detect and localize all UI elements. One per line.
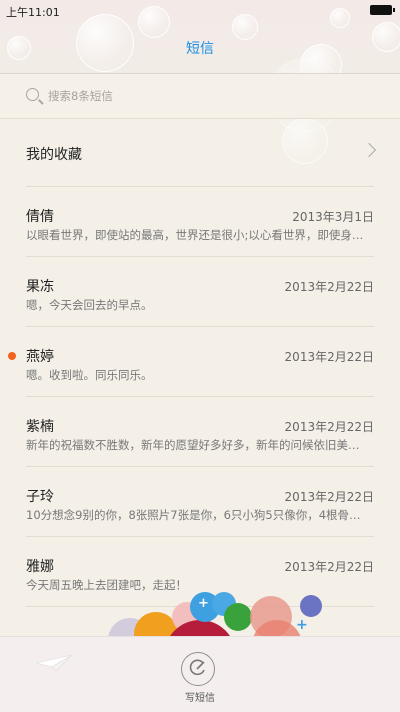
header-bar: 上午11:01 短信 (0, 0, 400, 73)
favorites-label: 我的收藏 (26, 147, 82, 163)
message-date: 2013年2月22日 (284, 350, 374, 364)
contact-name: 倩倩 (26, 209, 54, 225)
message-preview: 今天周五晚上去团建吧，走起！ (26, 578, 187, 592)
contact-name: 果冻 (26, 279, 54, 295)
conversation-row[interactable]: 果冻 2013年2月22日 嗯，今天会回去的早点。 (0, 257, 400, 327)
bottom-toolbar: 写短信 (0, 636, 400, 712)
contact-name: 紫楠 (26, 419, 54, 435)
contact-name: 子玲 (26, 489, 54, 505)
unread-dot-icon (8, 352, 16, 360)
message-date: 2013年2月22日 (284, 490, 374, 504)
message-date: 2013年2月22日 (284, 280, 374, 294)
message-preview: 嗯，今天会回去的早点。 (26, 298, 153, 312)
conversation-row[interactable]: 子玲 2013年2月22日 10分想念9别的你，8张照片7张是你，6只小狗5只像… (0, 467, 400, 537)
search-input[interactable] (48, 86, 368, 106)
message-date: 2013年2月22日 (284, 420, 374, 434)
search-icon (26, 88, 39, 101)
message-preview: 嗯。收到啦。同乐同乐。 (26, 368, 153, 382)
color-bubble-decoration (300, 595, 322, 617)
battery-icon (370, 5, 395, 15)
message-preview: 新年的祝福数不胜数，新年的愿望好多好多，新年的问候依旧美… (26, 438, 360, 452)
conversation-row[interactable]: 倩倩 2013年3月1日 以眼看世界，即使站的最高，世界还是很小;以心看世界，即… (0, 187, 400, 257)
message-date: 2013年3月1日 (292, 210, 374, 224)
compose-label: 写短信 (185, 693, 215, 704)
compose-icon (189, 659, 205, 676)
contact-name: 雅娜 (26, 559, 54, 575)
chevron-right-icon (361, 142, 377, 158)
paper-plane-icon (35, 654, 73, 672)
status-bar: 上午11:01 (0, 0, 400, 22)
search-bar (0, 73, 400, 119)
conversation-row[interactable]: 紫楠 2013年2月22日 新年的祝福数不胜数，新年的愿望好多好多，新年的问候依… (0, 397, 400, 467)
compose-button[interactable] (181, 652, 215, 686)
page-title: 短信 (186, 41, 214, 57)
message-preview: 10分想念9别的你，8张照片7张是你，6只小狗5只像你，4根骨… (26, 508, 361, 522)
message-preview: 以眼看世界，即使站的最高，世界还是很小;以心看世界，即使身… (26, 228, 364, 242)
message-date: 2013年2月22日 (284, 560, 374, 574)
favorites-row[interactable]: 我的收藏 (0, 118, 400, 186)
plus-icon: + (198, 596, 209, 611)
color-bubble-decoration (224, 603, 252, 631)
plus-icon: + (296, 617, 308, 633)
status-time: 上午11:01 (6, 6, 60, 19)
conversation-row[interactable]: 燕婷 2013年2月22日 嗯。收到啦。同乐同乐。 (0, 327, 400, 397)
contact-name: 燕婷 (26, 349, 54, 365)
